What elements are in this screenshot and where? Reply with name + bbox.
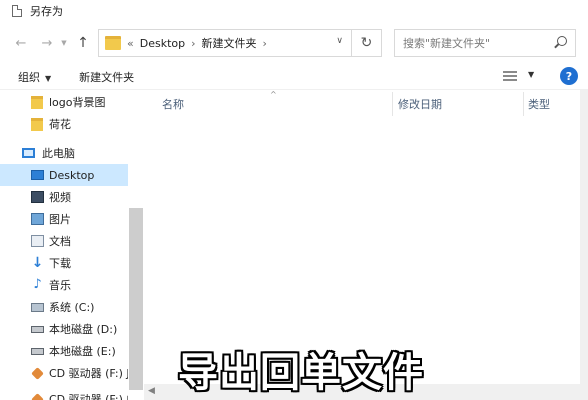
breadcrumb-new-folder[interactable]: 新建文件夹 <box>202 35 257 51</box>
sidebar-item-drive-d[interactable]: 本地磁盘 (D:) <box>0 318 128 340</box>
window-title: 另存为 <box>30 5 63 18</box>
folder-icon <box>31 95 43 109</box>
sidebar-item-label: CD 驱动器 (F:) 中 <box>49 393 128 400</box>
pc-icon <box>22 148 35 158</box>
address-dropdown-icon[interactable]: ∨ <box>336 36 343 46</box>
forward-arrow-icon[interactable]: → <box>38 34 56 52</box>
command-toolbar: 组织 ▼ 新建文件夹 ▼ ? <box>0 64 588 90</box>
document-icon <box>12 5 22 17</box>
sidebar-item-label: 本地磁盘 (D:) <box>49 323 118 336</box>
file-list-scrollbar[interactable] <box>580 90 588 400</box>
scroll-left-arrow-icon[interactable]: ◀ <box>148 386 155 396</box>
desktop-icon <box>31 170 44 180</box>
sidebar-item-label: CD 驱动器 (F:) J <box>49 367 128 380</box>
sidebar-item-label: 此电脑 <box>42 147 75 160</box>
cd-drive-icon <box>31 366 44 380</box>
new-folder-button[interactable]: 新建文件夹 <box>79 69 134 85</box>
sidebar-item-label: 文档 <box>49 235 71 248</box>
navigation-pane-scrollbar[interactable] <box>128 90 144 400</box>
back-arrow-icon[interactable]: ← <box>12 34 30 52</box>
organize-button[interactable]: 组织 ▼ <box>18 69 51 85</box>
sidebar-item-desktop[interactable]: Desktop <box>0 164 128 186</box>
sidebar-item-lotus[interactable]: 荷花 <box>0 113 128 135</box>
column-header-type[interactable]: 类型 <box>528 96 550 112</box>
sidebar-item-label: 系统 (C:) <box>49 301 95 314</box>
sidebar-item-pictures[interactable]: 图片 <box>0 208 128 230</box>
sidebar-item-downloads[interactable]: ↓ 下载 <box>0 252 128 274</box>
download-icon: ↓ <box>31 255 44 271</box>
help-icon[interactable]: ? <box>560 67 578 85</box>
sidebar-item-label: 视频 <box>49 191 71 204</box>
sidebar-item-label: Desktop <box>49 168 95 182</box>
column-header-modified[interactable]: 修改日期 <box>398 96 442 112</box>
navigation-bar: ← → ▼ ↑ « Desktop › 新建文件夹 › ∨ ↻ 搜索"新建文件夹… <box>0 28 588 58</box>
title-bar: 另存为 <box>0 0 588 22</box>
column-divider[interactable] <box>523 92 524 116</box>
pictures-icon <box>31 213 44 225</box>
drive-icon <box>31 325 44 333</box>
sidebar-item-label: 音乐 <box>49 279 71 292</box>
sort-ascending-icon: ^ <box>270 90 277 99</box>
folder-icon <box>31 117 43 131</box>
sidebar-item-music[interactable]: ♪ 音乐 <box>0 274 128 296</box>
recent-locations-chevron-icon[interactable]: ▼ <box>58 34 70 52</box>
sidebar-item-this-pc[interactable]: 此电脑 <box>0 142 128 164</box>
cd-drive-icon <box>31 392 44 400</box>
organize-label: 组织 <box>18 70 40 84</box>
scrollbar-thumb[interactable] <box>129 208 143 390</box>
sidebar-item-label: 下载 <box>49 257 71 270</box>
up-arrow-icon[interactable]: ↑ <box>74 34 92 52</box>
breadcrumb-chevron-icon[interactable]: › <box>191 37 195 50</box>
breadcrumb-overflow[interactable]: « <box>127 37 134 50</box>
caption-overlay: 导出回单文件 <box>178 350 424 396</box>
breadcrumb-chevron-icon[interactable]: › <box>263 37 267 50</box>
sidebar-item-videos[interactable]: 视频 <box>0 186 128 208</box>
sidebar-item-label: logo背景图 <box>49 96 106 109</box>
search-placeholder: 搜索"新建文件夹" <box>403 37 491 50</box>
sidebar-item-cd-drive-f-2[interactable]: CD 驱动器 (F:) 中 <box>0 388 128 400</box>
folder-icon <box>105 36 121 50</box>
breadcrumb-desktop[interactable]: Desktop <box>140 37 185 50</box>
navigation-pane: logo背景图 荷花 此电脑 Desktop 视频 图片 文档 ↓ 下载 ♪ 音… <box>0 90 128 400</box>
search-input[interactable]: 搜索"新建文件夹" <box>394 29 576 57</box>
address-bar[interactable]: « Desktop › 新建文件夹 › ∨ <box>98 29 352 57</box>
chevron-down-icon: ▼ <box>45 73 52 83</box>
documents-icon <box>31 235 44 247</box>
music-icon: ♪ <box>33 277 42 292</box>
sidebar-item-drive-e[interactable]: 本地磁盘 (E:) <box>0 340 128 362</box>
video-icon <box>31 191 44 203</box>
sidebar-item-cd-drive-f[interactable]: CD 驱动器 (F:) J <box>0 362 128 384</box>
drive-icon <box>31 347 44 355</box>
column-divider[interactable] <box>392 92 393 116</box>
system-drive-icon <box>31 302 44 312</box>
sidebar-item-label: 荷花 <box>49 118 71 131</box>
sidebar-item-drive-c[interactable]: 系统 (C:) <box>0 296 128 318</box>
refresh-button[interactable]: ↻ <box>352 29 382 57</box>
sidebar-item-documents[interactable]: 文档 <box>0 230 128 252</box>
column-header-name[interactable]: 名称 <box>162 96 184 112</box>
view-dropdown-icon[interactable]: ▼ <box>528 70 534 79</box>
sidebar-item-logo-background[interactable]: logo背景图 <box>0 91 128 113</box>
sidebar-item-label: 图片 <box>49 213 71 226</box>
view-options-icon[interactable] <box>503 71 517 83</box>
search-icon[interactable] <box>557 36 567 46</box>
refresh-icon: ↻ <box>360 35 373 51</box>
sidebar-item-label: 本地磁盘 (E:) <box>49 345 116 358</box>
